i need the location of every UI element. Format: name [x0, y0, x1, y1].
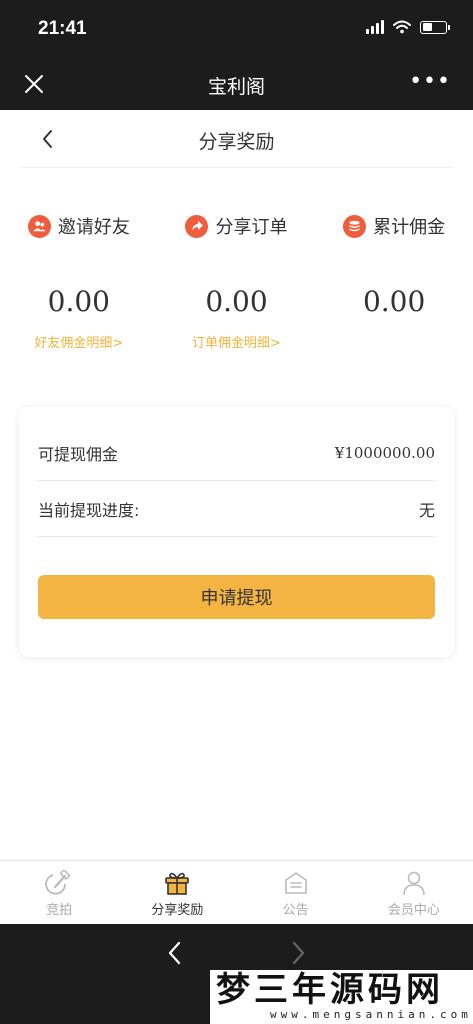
tab-label: 分享奖励 — [151, 903, 204, 918]
tab-share-rewards[interactable]: 分享奖励 — [118, 861, 236, 924]
wifi-icon — [393, 20, 411, 34]
friends-commission-link[interactable]: 好友佣金明细> — [0, 332, 158, 352]
withdraw-progress-row: 当前提现进度: 无 — [38, 481, 435, 537]
tab-notice[interactable]: 公告 — [237, 861, 355, 924]
apply-withdraw-button[interactable]: 申请提现 — [38, 575, 435, 619]
stats-panel: 邀请好友 0.00 好友佣金明细> 分享订单 0.00 订单佣金明细> 累计佣金… — [0, 210, 473, 380]
users-icon — [27, 214, 51, 238]
nav-header: 分享奖励 — [20, 110, 453, 168]
more-icon[interactable]: ••• — [409, 71, 451, 93]
stat-value: 0.00 — [362, 285, 426, 318]
tab-label: 竞拍 — [46, 903, 73, 918]
tab-member-center[interactable]: 会员中心 — [355, 861, 473, 924]
orders-commission-link[interactable]: 订单佣金明细> — [158, 332, 316, 352]
watermark-text: 梦三年源码网 — [216, 970, 444, 1010]
app-title: 宝利阁 — [207, 76, 265, 98]
status-icons — [366, 20, 450, 34]
page-content: 分享奖励 邀请好友 0.00 好友佣金明细> 分享订单 0.00 订单佣金明细>… — [0, 110, 473, 860]
withdraw-progress-label: 当前提现进度: — [38, 500, 140, 520]
tab-label: 会员中心 — [387, 903, 440, 918]
available-commission-label: 可提现佣金 — [38, 444, 119, 464]
page-title: 分享奖励 — [198, 131, 275, 153]
stat-label: 分享订单 — [215, 217, 288, 238]
coins-icon — [343, 214, 367, 238]
browser-back-icon[interactable] — [162, 938, 188, 968]
battery-level — [422, 23, 433, 31]
app-bar: 宝利阁 ••• — [0, 58, 473, 110]
auction-icon — [0, 869, 118, 897]
notice-icon — [237, 869, 355, 897]
withdraw-card: 可提现佣金 ¥1000000.00 当前提现进度: 无 申请提现 — [19, 407, 454, 657]
status-bar: 21:41 — [0, 0, 473, 58]
stat-value: 0.00 — [205, 285, 268, 318]
stat-label: 邀请好友 — [57, 217, 130, 238]
withdraw-progress-value: 无 — [418, 500, 435, 520]
watermark-url: www.mengsannian.com — [270, 1008, 472, 1021]
stat-link-empty — [315, 332, 473, 352]
tab-label: 公告 — [282, 903, 309, 918]
watermark: 梦三年源码网 www.mengsannian.com — [210, 970, 473, 1024]
stat-invite-friends: 邀请好友 0.00 好友佣金明细> — [0, 210, 158, 380]
stat-share-orders: 分享订单 0.00 订单佣金明细> — [158, 210, 316, 380]
stat-value: 0.00 — [47, 285, 110, 318]
status-time: 21:41 — [38, 18, 87, 39]
tab-bar: 竞拍 分享奖励 公告 会员中心 — [0, 860, 473, 924]
tab-auction[interactable]: 竞拍 — [0, 861, 118, 924]
stat-label: 累计佣金 — [373, 217, 446, 238]
browser-forward-icon[interactable] — [285, 938, 311, 968]
share-arrow-icon — [185, 214, 209, 238]
gift-icon — [118, 869, 236, 897]
user-icon — [355, 869, 473, 897]
battery-icon — [420, 20, 450, 34]
stat-total-commission: 累计佣金 0.00 — [315, 210, 473, 380]
signal-icon — [366, 20, 384, 34]
available-commission-value: ¥1000000.00 — [334, 443, 435, 462]
available-commission-row: 可提现佣金 ¥1000000.00 — [38, 425, 435, 481]
